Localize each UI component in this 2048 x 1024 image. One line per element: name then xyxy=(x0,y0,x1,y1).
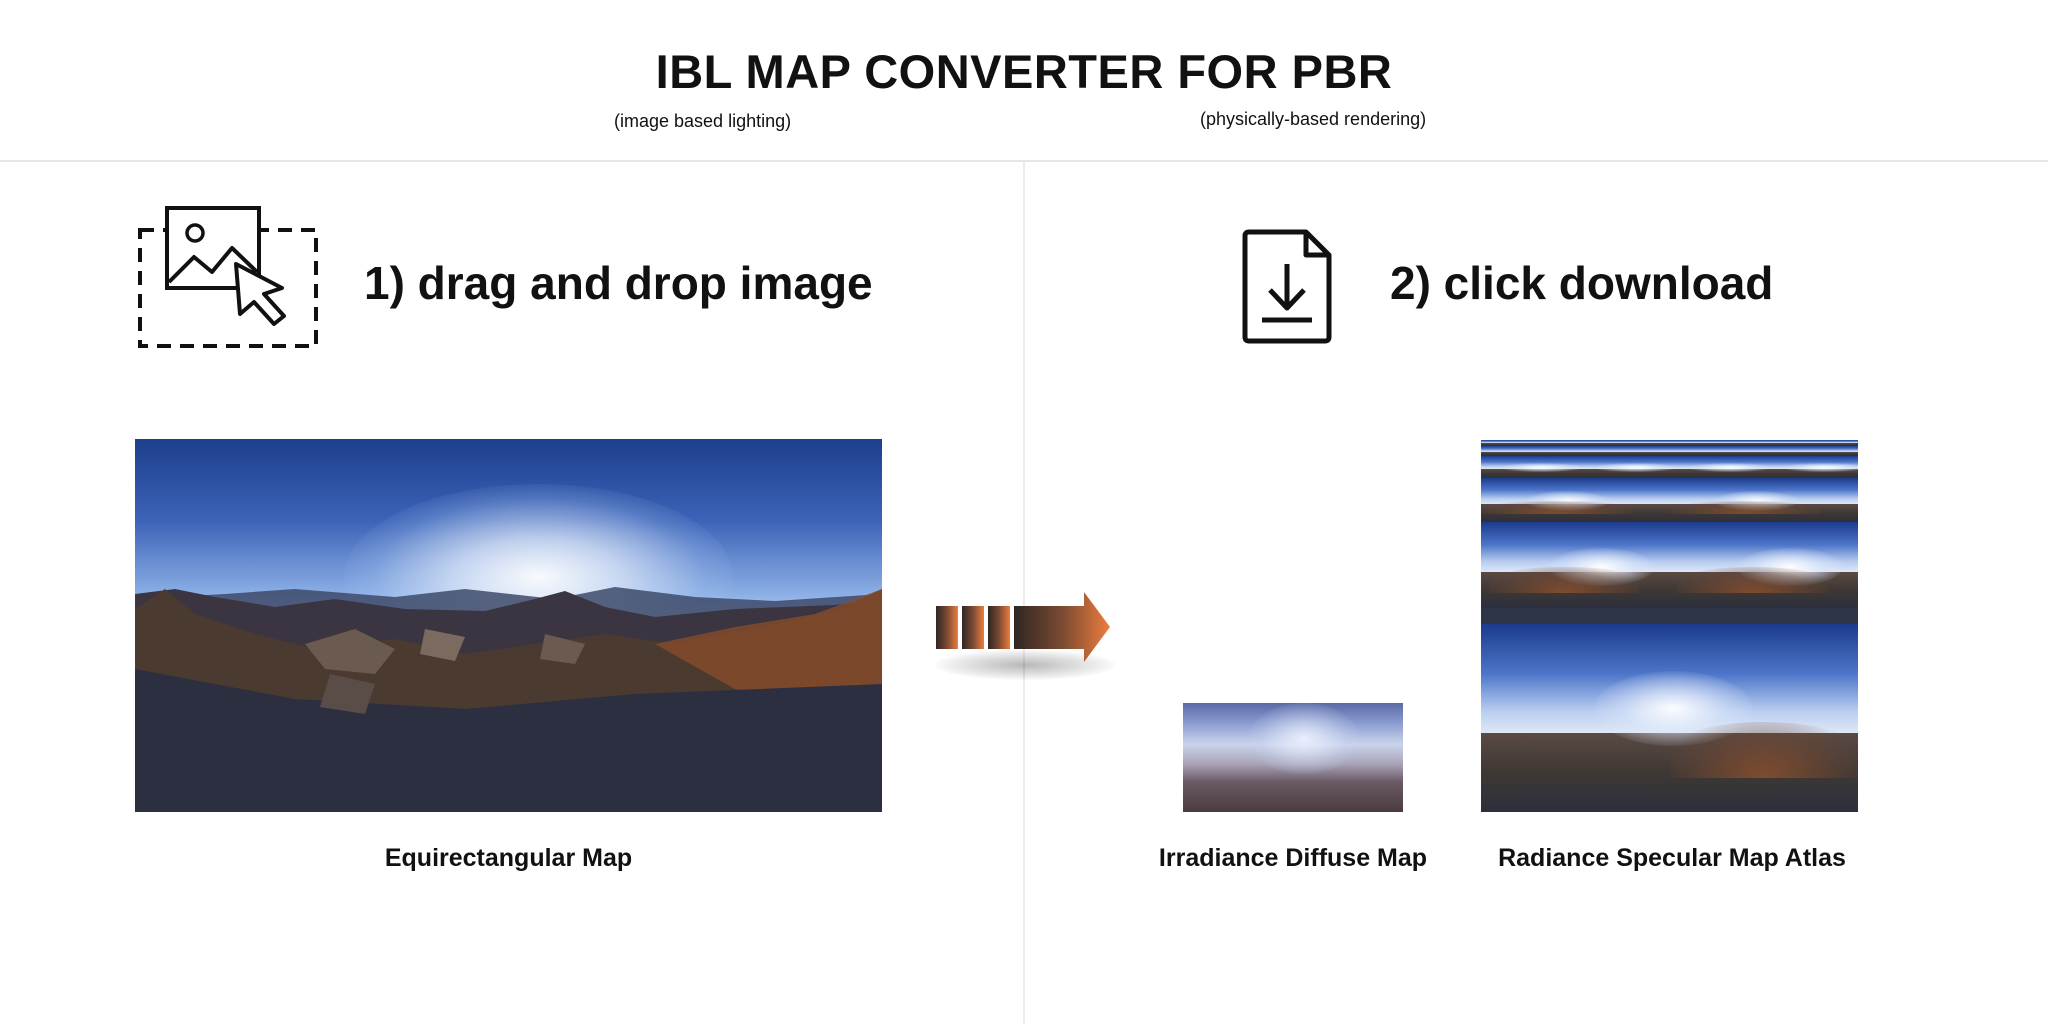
atlas-strip-3 xyxy=(1481,456,1858,478)
atlas-strip-5 xyxy=(1481,522,1858,608)
irradiance-caption: Irradiance Diffuse Map xyxy=(1158,844,1428,872)
step1-label: 1) drag and drop image xyxy=(364,257,873,309)
ibl-note: (image based lighting) xyxy=(614,111,792,131)
step2-label: 2) click download xyxy=(1390,257,1774,309)
radiance-specular-map-atlas-image xyxy=(1481,440,1858,812)
pbr-note: (physically-based rendering) xyxy=(1200,109,1427,129)
radiance-caption: Radiance Specular Map Atlas xyxy=(1498,844,1846,872)
landscape-silhouette xyxy=(135,587,882,812)
page-title: IBL MAP CONVERTER FOR PBR xyxy=(655,45,1393,98)
atlas-strip-6 xyxy=(1481,624,1858,812)
irradiance-glow xyxy=(1249,703,1359,774)
header: IBL MAP CONVERTER FOR PBR (image based l… xyxy=(0,0,2048,162)
download-file-icon[interactable] xyxy=(1240,228,1334,346)
atlas-strip-4 xyxy=(1481,478,1858,522)
image-upload-drop-icon[interactable] xyxy=(136,204,320,352)
equirectangular-caption: Equirectangular Map xyxy=(384,844,633,872)
irradiance-diffuse-map-image xyxy=(1183,703,1403,812)
atlas-strip-2 xyxy=(1481,446,1858,456)
equirectangular-map-image xyxy=(135,439,882,812)
conversion-arrow-icon xyxy=(934,590,1112,664)
